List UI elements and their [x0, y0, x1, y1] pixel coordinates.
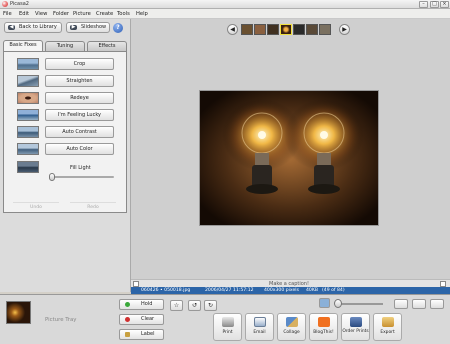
lucky-preview-icon	[17, 109, 39, 121]
zoom-icon	[319, 298, 330, 308]
status-date: 2006/04/27 11:57:12	[205, 288, 254, 293]
fix-row-color: Auto Color	[4, 143, 126, 155]
actual-size-button[interactable]	[412, 299, 426, 309]
menu-tools[interactable]: Tools	[117, 11, 130, 17]
menu-picture[interactable]: Picture	[73, 11, 91, 17]
fix-row-lucky: I'm Feeling Lucky	[4, 109, 126, 121]
tab-basic-fixes[interactable]: Basic Fixes	[3, 40, 43, 51]
contrast-preview-icon	[17, 126, 39, 138]
redo-button[interactable]: Redo	[70, 202, 116, 211]
status-size: 40KB	[306, 288, 319, 293]
fix-row-redeye: Redeye	[4, 92, 126, 104]
filmstrip-thumb[interactable]	[293, 24, 305, 35]
hold-button[interactable]: Hold	[119, 299, 164, 310]
printer-icon	[222, 317, 234, 327]
filmstrip-thumb[interactable]	[267, 24, 279, 35]
light-bulbs-image	[200, 91, 378, 225]
picture-tray-label: Picture Tray	[45, 317, 77, 323]
order-prints-icon	[350, 317, 362, 327]
fullscreen-button[interactable]	[430, 299, 444, 309]
fix-row-crop: Crop	[4, 58, 126, 70]
undo-button[interactable]: Undo	[13, 202, 59, 211]
print-button[interactable]: Print	[213, 313, 242, 341]
label-button[interactable]: Label	[119, 329, 164, 340]
back-to-library-button[interactable]: ◀ Back to Library	[4, 22, 62, 33]
menu-file[interactable]: File	[3, 11, 12, 17]
filmstrip-thumb[interactable]	[241, 24, 253, 35]
play-icon: ▶	[70, 24, 77, 30]
hold-icon	[125, 302, 130, 307]
status-filename: 060426 • 050018.jpg	[141, 288, 191, 293]
picture-tray: Picture Tray Hold Clear Label ☆ ↺ ↻ Prin…	[0, 294, 450, 344]
feeling-lucky-button[interactable]: I'm Feeling Lucky	[45, 109, 114, 121]
photo-view: ◀ ▶ Make a caption!	[131, 19, 450, 288]
email-button[interactable]: Email	[245, 313, 274, 341]
blogger-icon	[318, 317, 330, 327]
collage-button[interactable]: Collage	[277, 313, 306, 341]
edit-panel: ◀ Back to Library ▶ Slideshow ? Basic Fi…	[0, 19, 131, 292]
order-prints-button[interactable]: Order Prints	[341, 313, 370, 341]
export-button[interactable]: Export	[373, 313, 402, 341]
close-button[interactable]: ×	[440, 1, 449, 8]
back-arrow-icon: ◀	[8, 24, 15, 30]
menu-view[interactable]: View	[35, 11, 47, 17]
redeye-preview-icon	[17, 92, 39, 104]
tray-thumbnail[interactable]	[6, 301, 31, 324]
menu-create[interactable]: Create	[96, 11, 113, 17]
fill-light-preview-icon	[17, 161, 39, 173]
maximize-button[interactable]: □	[430, 1, 439, 8]
label-icon	[125, 332, 130, 337]
fix-row-straighten: Straighten	[4, 75, 126, 87]
fill-light-label: Fill Light	[70, 165, 91, 171]
picasa-icon	[2, 1, 8, 7]
export-icon	[382, 317, 394, 327]
menu-folder[interactable]: Folder	[53, 11, 69, 17]
straighten-preview-icon	[17, 75, 39, 87]
tab-effects[interactable]: Effects	[87, 41, 127, 51]
clear-button[interactable]: Clear	[119, 314, 164, 325]
straighten-button[interactable]: Straighten	[45, 75, 114, 87]
collage-icon	[286, 317, 298, 327]
filmstrip-thumb-selected[interactable]	[280, 24, 292, 35]
status-position: (49 of 84)	[322, 288, 345, 293]
star-button[interactable]: ☆	[170, 300, 183, 311]
help-button[interactable]: ?	[113, 23, 123, 33]
edit-tabs: Basic Fixes Tuning Effects	[3, 40, 127, 51]
filmstrip-thumb[interactable]	[254, 24, 266, 35]
clear-icon	[125, 317, 130, 322]
menu-help[interactable]: Help	[136, 11, 148, 17]
email-icon	[254, 317, 266, 327]
auto-color-button[interactable]: Auto Color	[45, 143, 114, 155]
zoom-track	[337, 303, 383, 305]
filmstrip-thumb[interactable]	[306, 24, 318, 35]
zoom-slider[interactable]	[334, 299, 342, 308]
menu-edit[interactable]: Edit	[19, 11, 29, 17]
status-dimensions: 400x300 pixels	[264, 288, 299, 293]
main-photo	[199, 90, 379, 226]
crop-preview-icon	[17, 58, 39, 70]
color-preview-icon	[17, 143, 39, 155]
fill-light-slider[interactable]	[49, 173, 55, 181]
next-photo-button[interactable]: ▶	[339, 24, 350, 35]
title-bar: Picasa2 – □ ×	[0, 0, 450, 9]
fill-light-track	[49, 176, 114, 178]
auto-contrast-button[interactable]: Auto Contrast	[45, 126, 114, 138]
filmstrip-thumb[interactable]	[319, 24, 331, 35]
basic-fixes-panel: Crop Straighten Redeye I'm Feeling Lucky…	[3, 51, 127, 213]
fix-row-contrast: Auto Contrast	[4, 126, 126, 138]
menu-bar: File Edit View Folder Picture Create Too…	[0, 9, 450, 19]
crop-button[interactable]: Crop	[45, 58, 114, 70]
filmstrip: ◀ ▶	[227, 22, 353, 37]
rotate-left-button[interactable]: ↺	[188, 300, 201, 311]
minimize-button[interactable]: –	[419, 1, 428, 8]
tab-tuning[interactable]: Tuning	[45, 41, 85, 51]
status-bar: 060426 • 050018.jpg 2006/04/27 11:57:12 …	[131, 287, 450, 294]
redeye-button[interactable]: Redeye	[45, 92, 114, 104]
blogthis-button[interactable]: BlogThis!	[309, 313, 338, 341]
fit-to-window-button[interactable]	[394, 299, 408, 309]
previous-photo-button[interactable]: ◀	[227, 24, 238, 35]
window-title: Picasa2	[10, 1, 29, 7]
slideshow-button[interactable]: ▶ Slideshow	[66, 22, 110, 33]
rotate-right-button[interactable]: ↻	[204, 300, 217, 311]
